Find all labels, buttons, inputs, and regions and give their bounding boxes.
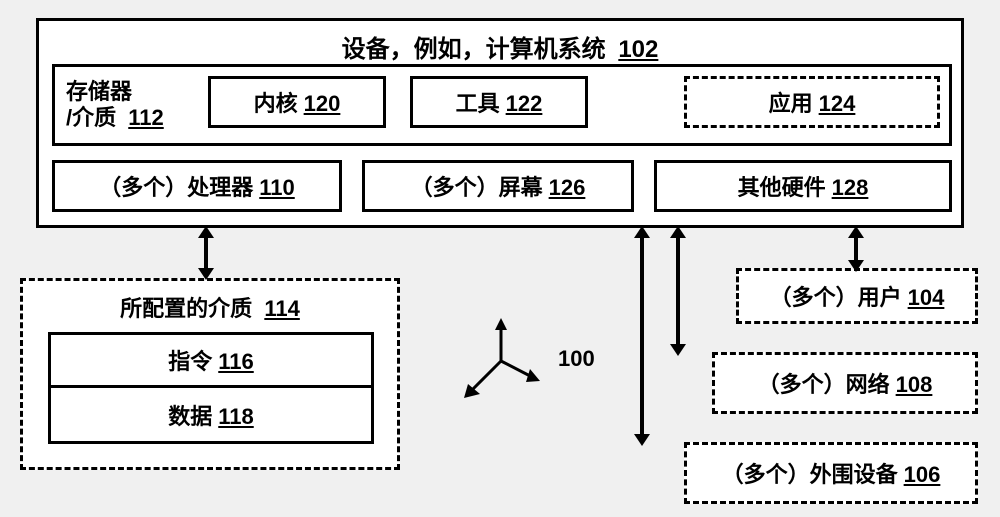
tools-ref: 122	[506, 91, 543, 116]
apps-ref: 124	[819, 91, 856, 116]
processors-ref: 110	[259, 175, 295, 200]
diagram-canvas: 设备，例如，计算机系统 102 存储器 /介质 112 内核120 工具122 …	[0, 0, 1000, 517]
processors-box: （多个）处理器110	[52, 160, 342, 212]
instructions-ref: 116	[218, 349, 254, 374]
axes-icon	[456, 316, 546, 406]
peripherals-box: （多个）外围设备106	[684, 442, 978, 504]
tools-label: 工具	[456, 91, 500, 116]
screens-ref: 126	[549, 175, 586, 200]
kernel-label: 内核	[254, 91, 298, 116]
other-hw-box: 其他硬件128	[654, 160, 952, 212]
arrow-device-networks	[676, 236, 680, 346]
apps-label: 应用	[769, 91, 813, 116]
device-ref: 102	[618, 36, 658, 63]
users-box: （多个）用户104	[736, 268, 978, 324]
other-hw-label: 其他硬件	[738, 175, 826, 200]
tools-box: 工具122	[410, 76, 588, 128]
peripherals-label: （多个）外围设备	[722, 462, 898, 487]
data-box: 数据118	[48, 388, 374, 444]
users-label: （多个）用户	[770, 285, 902, 310]
instructions-label: 指令	[168, 349, 212, 374]
screens-label: （多个）屏幕	[411, 175, 543, 200]
processors-label: （多个）处理器	[99, 175, 253, 200]
instructions-box: 指令116	[48, 332, 374, 388]
other-hw-ref: 128	[832, 175, 869, 200]
kernel-ref: 120	[304, 91, 341, 116]
config-media-label: 所配置的介质	[120, 296, 252, 321]
arrow-device-users	[854, 236, 858, 262]
data-ref: 118	[218, 404, 254, 429]
overall-ref: 100	[558, 346, 595, 372]
peripherals-ref: 106	[904, 462, 941, 487]
data-label: 数据	[168, 404, 212, 429]
config-media-ref: 114	[264, 296, 300, 321]
arrow-device-media	[204, 236, 208, 270]
kernel-box: 内核120	[208, 76, 386, 128]
arrow-device-peripherals	[640, 236, 644, 436]
screens-box: （多个）屏幕126	[362, 160, 634, 212]
networks-label: （多个）网络	[758, 372, 890, 397]
apps-box: 应用124	[684, 76, 940, 128]
networks-ref: 108	[896, 372, 933, 397]
users-ref: 104	[908, 285, 945, 310]
networks-box: （多个）网络108	[712, 352, 978, 414]
device-label: 设备，例如，计算机系统	[342, 36, 606, 63]
